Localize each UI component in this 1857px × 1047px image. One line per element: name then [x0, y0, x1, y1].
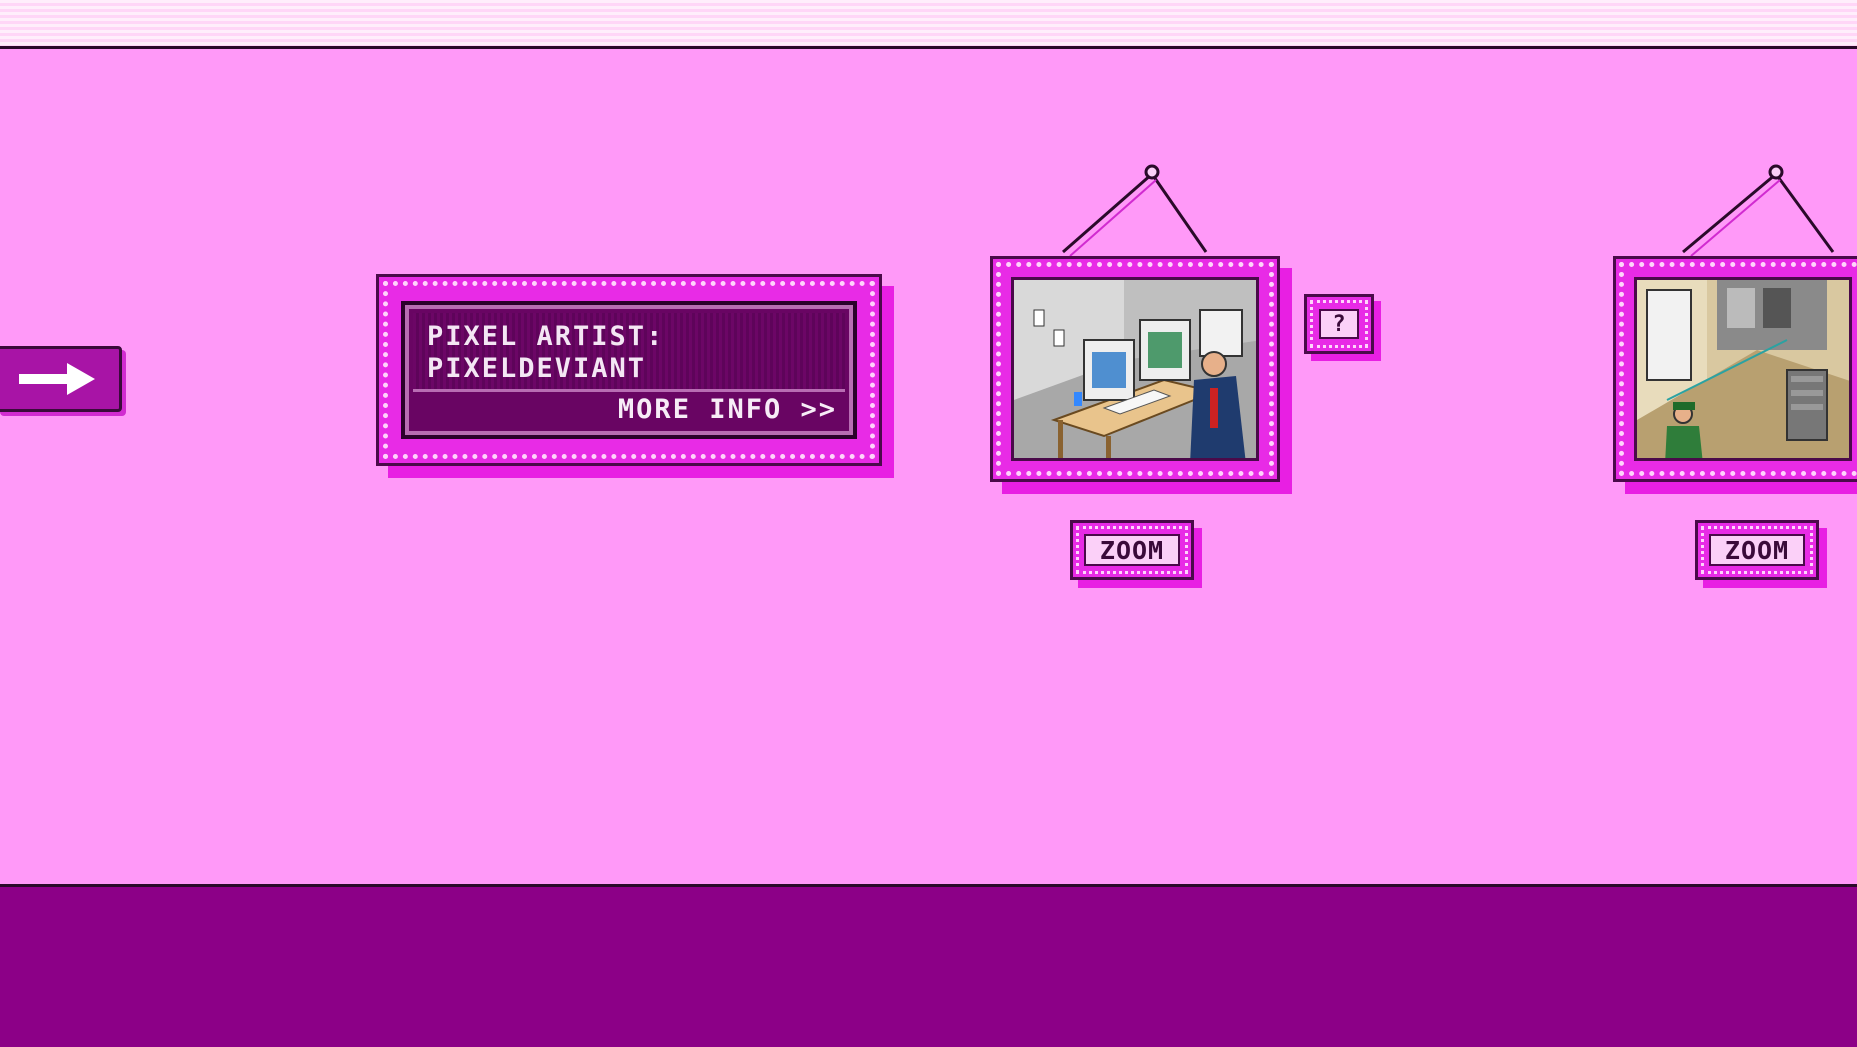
picture-frame[interactable]: [990, 256, 1280, 482]
more-info-link[interactable]: MORE INFO >>: [618, 394, 837, 425]
ceiling-band: [0, 0, 1857, 49]
zoom-label: ZOOM: [1709, 534, 1805, 566]
artwork-image-room: [1634, 277, 1852, 461]
artwork-image-office: [1011, 277, 1259, 461]
right-arrow-icon: [19, 363, 95, 395]
artwork-1: ZOOM: [990, 160, 1290, 580]
frame-hanger: [1682, 164, 1835, 257]
picture-frame[interactable]: [1613, 256, 1857, 482]
artist-info: PIXEL ARTIST: PIXELDEVIANT: [413, 313, 845, 392]
artist-label: PIXEL ARTIST:: [427, 321, 665, 352]
help-button[interactable]: ?: [1304, 294, 1374, 354]
zoom-button[interactable]: ZOOM: [1695, 520, 1819, 580]
artist-plaque-panel: PIXEL ARTIST: PIXELDEVIANT MORE INFO >>: [401, 301, 857, 439]
artist-name: PIXELDEVIANT: [427, 353, 647, 384]
help-label: ?: [1319, 309, 1359, 339]
artwork-2: ZOOM: [1613, 160, 1857, 580]
zoom-button[interactable]: ZOOM: [1070, 520, 1194, 580]
floor-band: [0, 884, 1857, 1047]
zoom-label: ZOOM: [1084, 534, 1180, 566]
next-arrow-button[interactable]: [0, 346, 122, 412]
artist-plaque: PIXEL ARTIST: PIXELDEVIANT MORE INFO >>: [376, 274, 882, 466]
frame-hanger: [1062, 164, 1208, 257]
